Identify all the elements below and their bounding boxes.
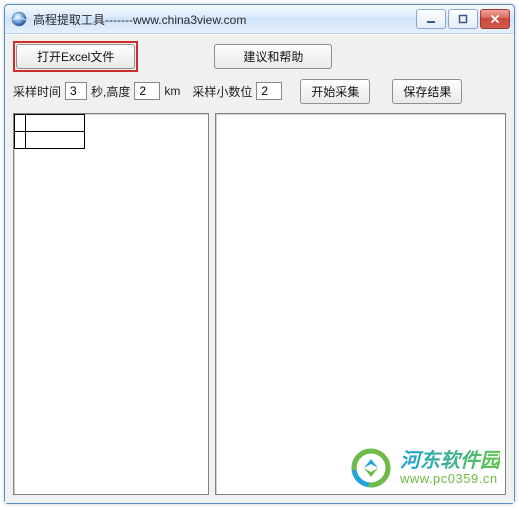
- start-collect-button[interactable]: 开始采集: [300, 79, 370, 104]
- help-button[interactable]: 建议和帮助: [214, 44, 332, 69]
- client-area: 打开Excel文件 建议和帮助 采样时间 秒,高度 km 采样小数位 开始采集 …: [5, 34, 514, 503]
- right-panel[interactable]: [215, 113, 506, 495]
- grid-cell: [15, 132, 26, 149]
- save-result-button[interactable]: 保存结果: [392, 79, 462, 104]
- maximize-button[interactable]: [448, 9, 478, 29]
- titlebar[interactable]: 高程提取工具-------www.china3view.com: [5, 5, 514, 34]
- close-button[interactable]: [480, 9, 510, 29]
- app-icon: [11, 11, 27, 27]
- mini-grid: [14, 114, 85, 149]
- open-excel-highlight: 打开Excel文件: [13, 41, 138, 72]
- app-window: 高程提取工具-------www.china3view.com 打开Excel文…: [4, 4, 515, 504]
- km-label: km: [164, 84, 180, 98]
- minimize-button[interactable]: [416, 9, 446, 29]
- window-title: 高程提取工具-------www.china3view.com: [33, 11, 416, 28]
- decimal-input[interactable]: [256, 82, 282, 100]
- window-controls: [416, 9, 510, 29]
- grid-cell: [26, 132, 85, 149]
- toolbar-row-2: 采样时间 秒,高度 km 采样小数位 开始采集 保存结果: [13, 77, 506, 105]
- open-excel-button[interactable]: 打开Excel文件: [16, 44, 135, 69]
- height-input[interactable]: [134, 82, 160, 100]
- content-panels: [13, 113, 506, 495]
- sample-time-label: 采样时间: [13, 83, 61, 100]
- sample-time-input[interactable]: [65, 82, 87, 100]
- toolbar-row-1: 打开Excel文件 建议和帮助: [13, 41, 506, 71]
- grid-cell: [15, 115, 26, 132]
- grid-cell: [26, 115, 85, 132]
- left-panel[interactable]: [13, 113, 209, 495]
- seconds-height-label: 秒,高度: [91, 83, 130, 100]
- decimal-label: 采样小数位: [192, 83, 252, 100]
